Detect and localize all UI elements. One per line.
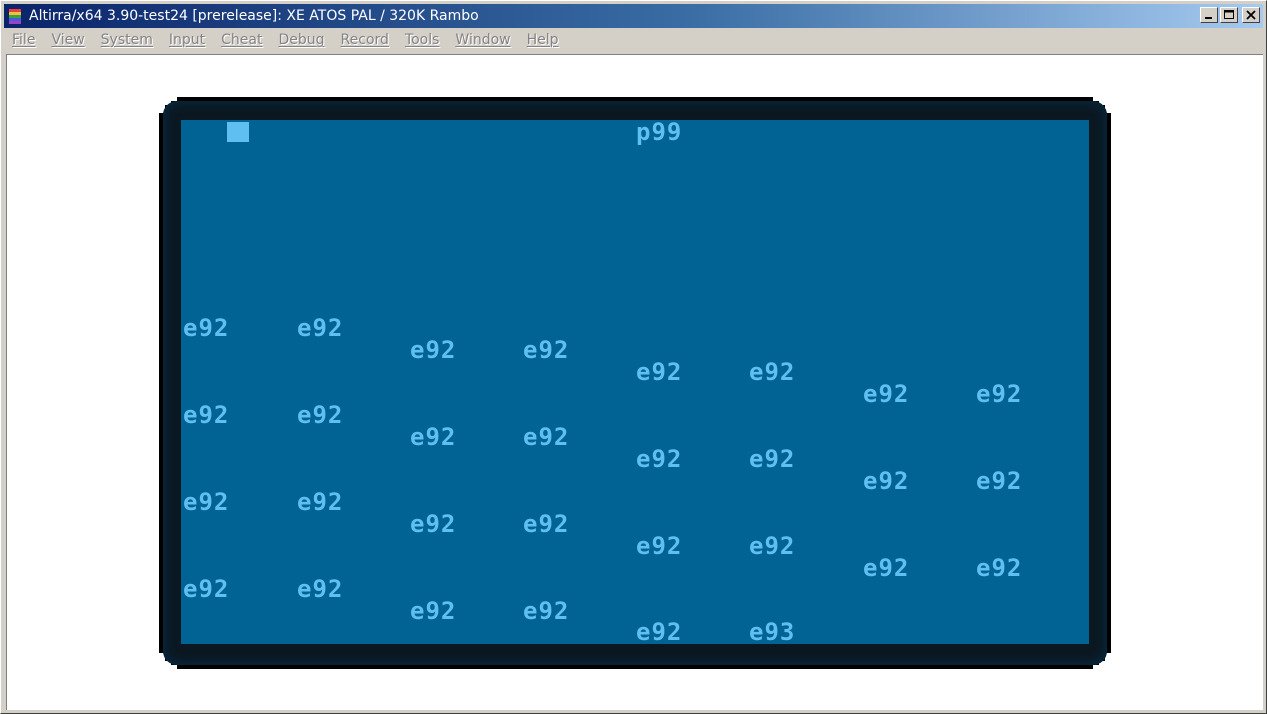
screen-cell: e92 [863, 554, 910, 582]
menu-input[interactable]: Input [161, 32, 213, 48]
menu-window[interactable]: Window [447, 32, 518, 48]
screen-cell: e92 [410, 423, 457, 451]
screen-cell: e92 [523, 423, 570, 451]
menu-debug[interactable]: Debug [271, 32, 333, 48]
screen-cell: e92 [523, 336, 570, 364]
screen-cell: e92 [523, 597, 570, 625]
screen-cell: e92 [636, 532, 683, 560]
menu-file[interactable]: File [4, 32, 43, 48]
screen-cell: e92 [636, 618, 683, 644]
screen-cell: e92 [410, 336, 457, 364]
screen-cell: e92 [410, 597, 457, 625]
altirra-app-icon[interactable] [7, 8, 23, 24]
screen-cell: e92 [863, 380, 910, 408]
screen-cell: e92 [636, 358, 683, 386]
maximize-button[interactable] [1220, 7, 1238, 23]
screen-cell: e92 [183, 314, 230, 342]
menu-cheat[interactable]: Cheat [213, 32, 270, 48]
screen-cell: e92 [297, 575, 344, 603]
text-cursor [227, 122, 249, 142]
screen-cell: e92 [297, 314, 344, 342]
screen-cell: e92 [297, 488, 344, 516]
app-window: Altirra/x64 3.90-test24 [prerelease]: XE… [0, 0, 1267, 714]
menu-view[interactable]: View [43, 32, 92, 48]
menu-tools[interactable]: Tools [397, 32, 448, 48]
screen-cell: e92 [183, 488, 230, 516]
screen-cell: e92 [749, 358, 796, 386]
screen-cell: e92 [636, 445, 683, 473]
close-button[interactable] [1242, 7, 1260, 23]
screen-cell: e92 [749, 445, 796, 473]
close-icon [1246, 10, 1256, 20]
screen-cell: e93 [749, 618, 796, 644]
minimize-button[interactable] [1200, 7, 1218, 23]
menu-bar: File View System Input Cheat Debug Recor… [4, 29, 1263, 51]
window-title: Altirra/x64 3.90-test24 [prerelease]: XE… [29, 8, 479, 24]
screen-cell: e92 [297, 401, 344, 429]
screen-cell: e92 [183, 575, 230, 603]
screen-cell: e92 [749, 532, 796, 560]
menu-help[interactable]: Help [519, 32, 567, 48]
screen-cell: e92 [976, 467, 1023, 495]
screen-cell: e92 [976, 554, 1023, 582]
screen-cell: e92 [410, 510, 457, 538]
menu-record[interactable]: Record [333, 32, 397, 48]
screen-header-text: p99 [636, 120, 683, 146]
screen-cell: e92 [863, 467, 910, 495]
menu-system[interactable]: System [93, 32, 161, 48]
title-bar[interactable]: Altirra/x64 3.90-test24 [prerelease]: XE… [4, 4, 1263, 28]
window-controls [1200, 7, 1260, 23]
minimize-icon [1205, 17, 1212, 19]
emulated-screen[interactable]: p99 e92 e92 e92 e92 e92 e92 e92 e92 e92 … [181, 120, 1089, 644]
maximize-icon [1224, 10, 1234, 19]
screen-cell: e92 [523, 510, 570, 538]
screen-cell: e92 [976, 380, 1023, 408]
screen-cell: e92 [183, 401, 230, 429]
